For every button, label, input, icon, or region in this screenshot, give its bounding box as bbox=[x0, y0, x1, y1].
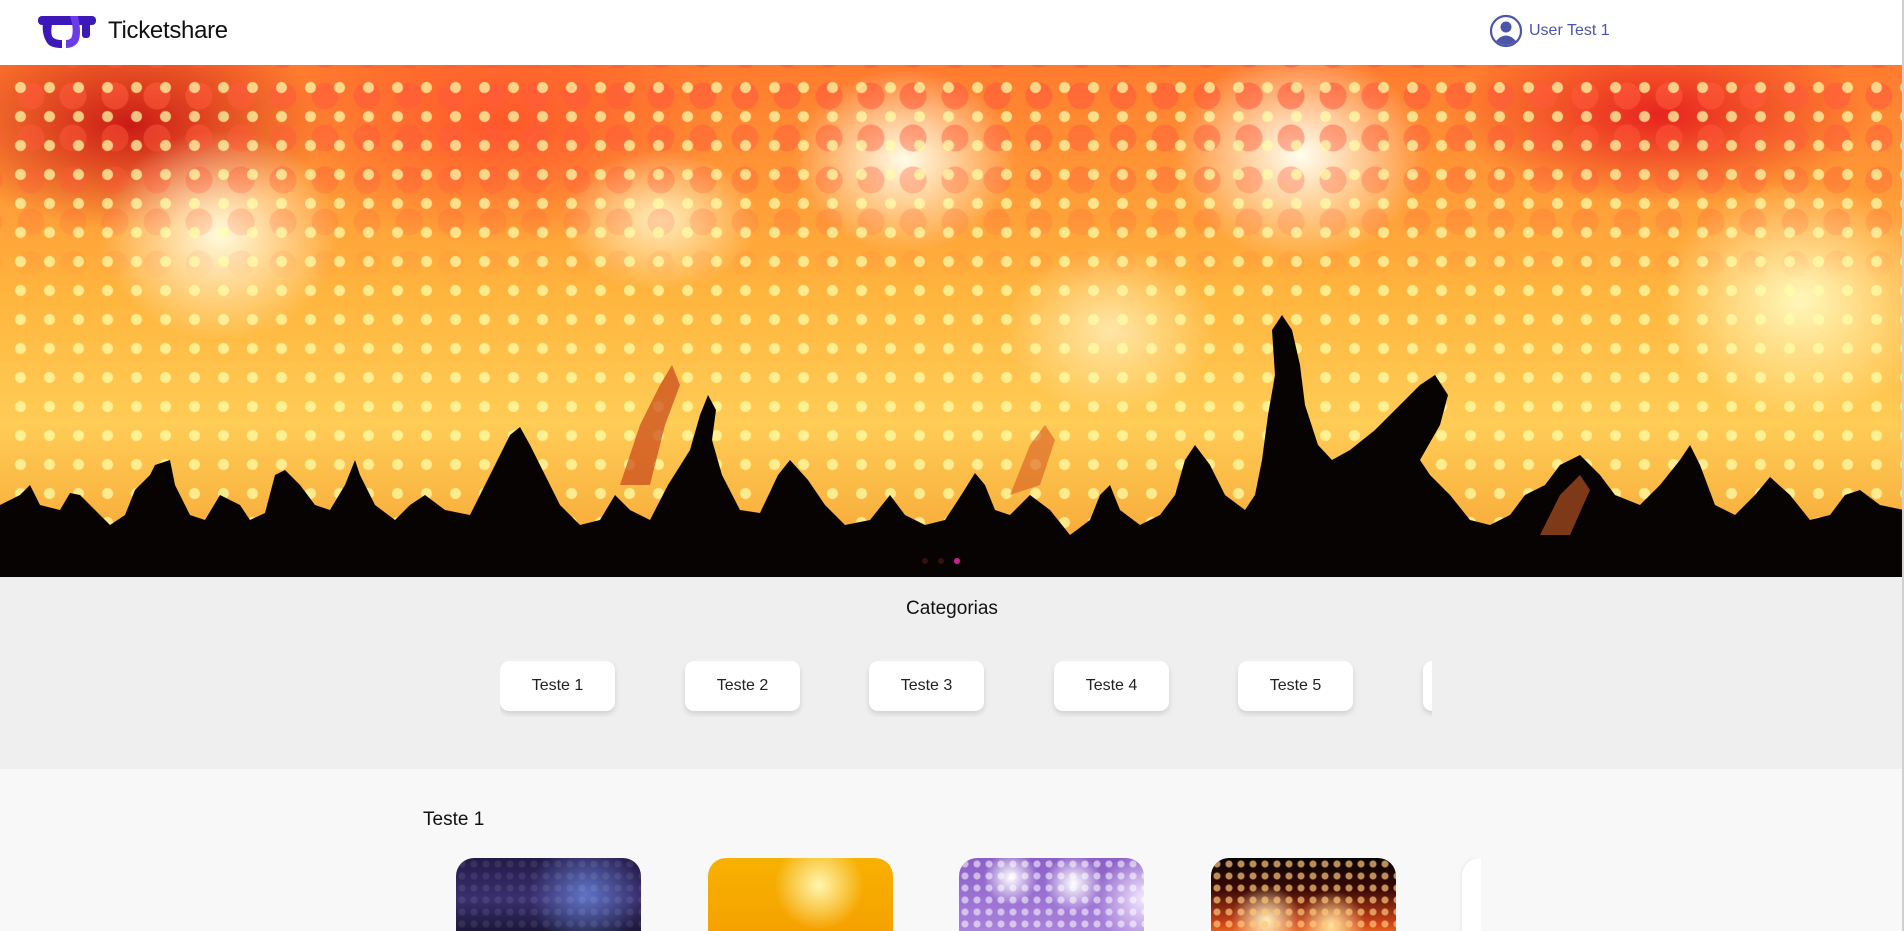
category-events-section: Teste 1 bbox=[0, 769, 1904, 931]
event-card-image[interactable] bbox=[1211, 858, 1396, 931]
category-card[interactable]: Teste 5 bbox=[1238, 661, 1353, 711]
category-card[interactable]: Teste 1 bbox=[500, 661, 615, 711]
events-carousel[interactable] bbox=[456, 858, 1481, 931]
category-card[interactable]: Teste 4 bbox=[1054, 661, 1169, 711]
categories-title: Categorias bbox=[906, 598, 998, 619]
user-menu[interactable]: User Test 1 bbox=[1489, 14, 1610, 48]
event-card-image[interactable] bbox=[708, 858, 893, 931]
event-card-image[interactable] bbox=[456, 858, 641, 931]
user-name[interactable]: User Test 1 bbox=[1529, 22, 1610, 40]
event-card-partial[interactable] bbox=[1462, 858, 1481, 931]
carousel-indicators bbox=[922, 558, 960, 564]
section-title: Teste 1 bbox=[423, 809, 485, 830]
user-avatar-icon bbox=[1489, 14, 1523, 48]
carousel-indicator[interactable] bbox=[922, 558, 928, 564]
carousel-indicator-active[interactable] bbox=[954, 558, 960, 564]
category-card[interactable]: Teste 2 bbox=[685, 661, 800, 711]
brand-name[interactable]: Ticketshare bbox=[108, 17, 228, 45]
hero-carousel[interactable] bbox=[0, 65, 1904, 577]
event-card-image[interactable] bbox=[959, 858, 1144, 931]
categories-section: Categorias Teste 1 Teste 2 Teste 3 Teste… bbox=[0, 577, 1904, 769]
ticketshare-logo[interactable] bbox=[38, 14, 98, 50]
category-card-partial[interactable] bbox=[1423, 661, 1432, 711]
carousel-indicator[interactable] bbox=[938, 558, 944, 564]
ticketshare-logo-icon bbox=[38, 16, 96, 48]
categories-carousel[interactable]: Teste 1 Teste 2 Teste 3 Teste 4 Teste 5 bbox=[500, 661, 1432, 717]
top-navbar: Ticketshare User Test 1 bbox=[0, 0, 1904, 65]
category-card[interactable]: Teste 3 bbox=[869, 661, 984, 711]
crowd-silhouette-image bbox=[0, 315, 1904, 577]
